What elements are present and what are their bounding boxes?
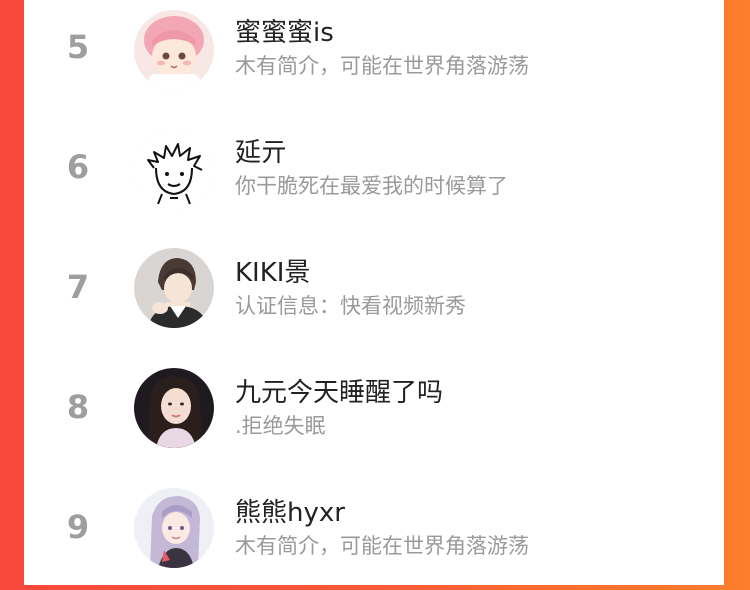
avatar[interactable] [134, 10, 214, 90]
user-name[interactable]: 蜜蜜蜜is [235, 12, 334, 49]
avatar[interactable] [134, 248, 214, 328]
avatar[interactable] [134, 368, 214, 448]
rank-number: 9 [66, 508, 90, 546]
ranking-list: 5 蜜蜜蜜is 木有简介，可能在世界角落游荡 6 延亓 你干脆死在最爱我的时候算… [24, 0, 724, 585]
list-item[interactable]: 5 蜜蜜蜜is 木有简介，可能在世界角落游荡 [24, 0, 724, 110]
girl-photo-avatar-icon [134, 368, 214, 448]
list-item[interactable]: 9 熊熊hyxr 木有简介，可能在世界角落游荡 [24, 470, 724, 590]
user-name[interactable]: 九元今天睡醒了吗 [235, 372, 443, 409]
list-item[interactable]: 6 延亓 你干脆死在最爱我的时候算了 [24, 110, 724, 230]
user-name[interactable]: 熊熊hyxr [235, 492, 345, 529]
sketch-doodle-avatar-icon [134, 130, 214, 210]
user-name[interactable]: KIKI景 [235, 252, 310, 289]
user-name[interactable]: 延亓 [235, 132, 287, 169]
list-item[interactable]: 8 九元今天睡醒了吗 .拒绝失眠 [24, 350, 724, 470]
user-bio: 木有简介，可能在世界角落游荡 [235, 534, 529, 558]
list-item[interactable]: 7 KIKI景 认证信息：快看视频新秀 [24, 230, 724, 350]
anime-boy-avatar-icon [134, 248, 214, 328]
user-bio: 认证信息：快看视频新秀 [235, 294, 466, 318]
user-bio: .拒绝失眠 [235, 414, 326, 438]
avatar[interactable] [134, 130, 214, 210]
rank-number: 7 [66, 268, 90, 306]
rank-number: 5 [66, 28, 90, 66]
user-bio: 你干脆死在最爱我的时候算了 [235, 174, 508, 198]
anime-girl-avatar-icon [134, 488, 214, 568]
anime-baby-avatar-icon [134, 10, 214, 90]
user-bio: 木有简介，可能在世界角落游荡 [235, 54, 529, 78]
rank-number: 8 [66, 388, 90, 426]
avatar[interactable] [134, 488, 214, 568]
rank-number: 6 [66, 148, 90, 186]
